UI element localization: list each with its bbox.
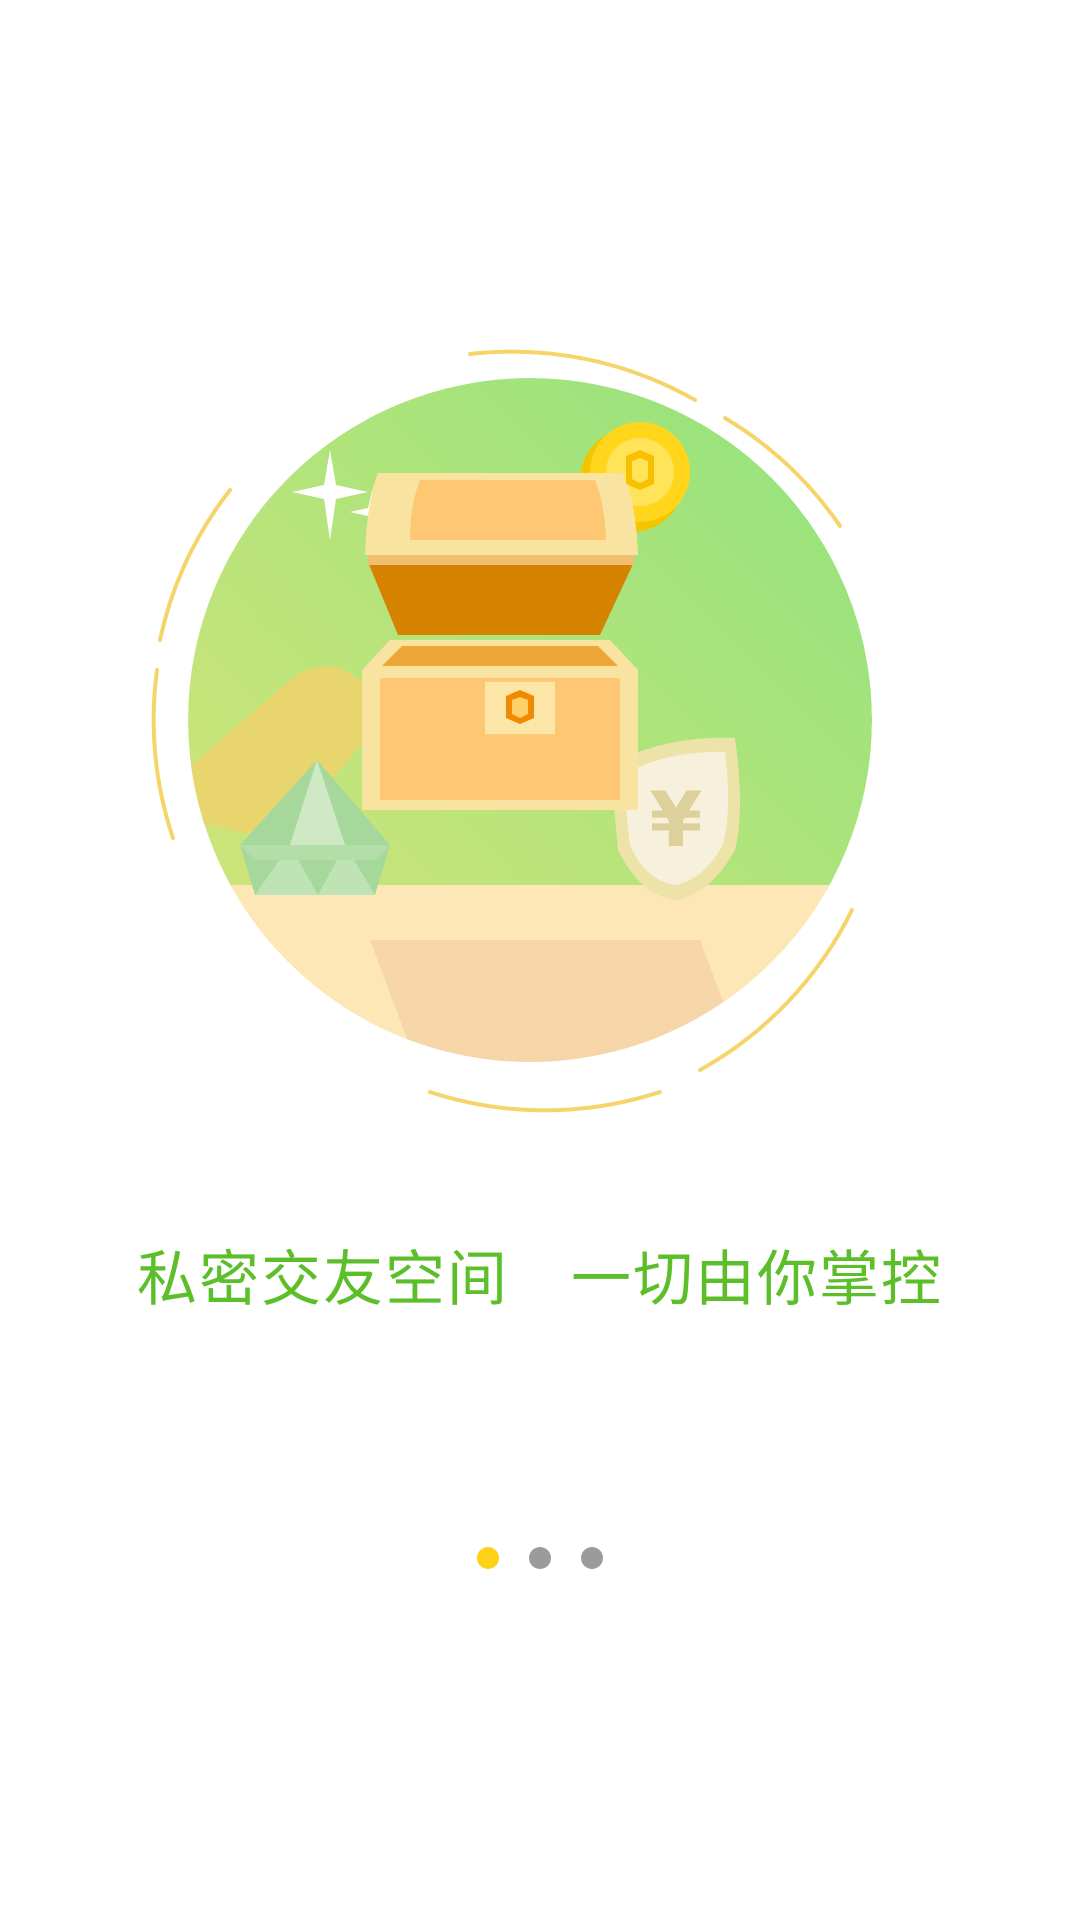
onboarding-tagline: 私密交友空间 一切由你掌控 (137, 1245, 943, 1315)
page-dot-1-active[interactable] (477, 1547, 499, 1569)
page-dot-3[interactable] (581, 1547, 603, 1569)
treasure-chest-illustration: ¥ (140, 340, 880, 1120)
page-indicator (0, 1547, 1080, 1569)
page-dot-2[interactable] (529, 1547, 551, 1569)
onboarding-screen: ¥ 私密交友空间 一切由你掌控 (0, 0, 1080, 1920)
yen-symbol: ¥ (650, 775, 703, 864)
treasure-chest-icon (362, 473, 638, 810)
